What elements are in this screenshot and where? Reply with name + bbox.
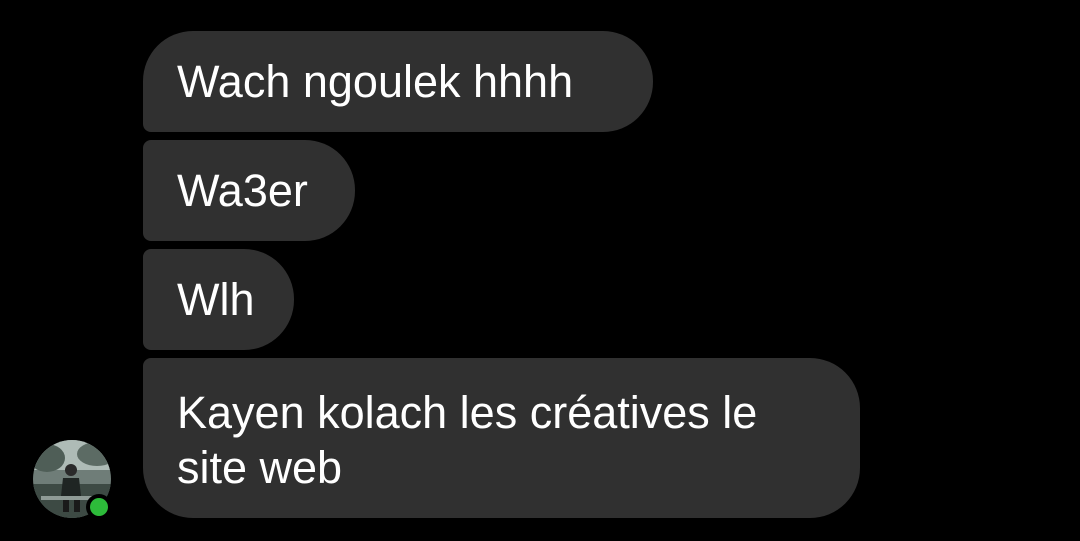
message-text: Wa3er [177,165,308,216]
online-status-icon [90,498,108,516]
message-bubble[interactable]: Wlh [143,249,294,350]
message-text: Wach ngoulek hhhh [177,56,574,107]
message-bubble[interactable]: Wach ngoulek hhhh [143,31,653,132]
online-status-badge [86,494,112,520]
message-bubble[interactable]: Wa3er [143,140,355,241]
message-bubble[interactable]: Kayen kolach les créatives le site web [143,358,860,518]
message-text: Wlh [177,274,255,325]
message-text: Kayen kolach les créatives le site web [177,387,758,493]
